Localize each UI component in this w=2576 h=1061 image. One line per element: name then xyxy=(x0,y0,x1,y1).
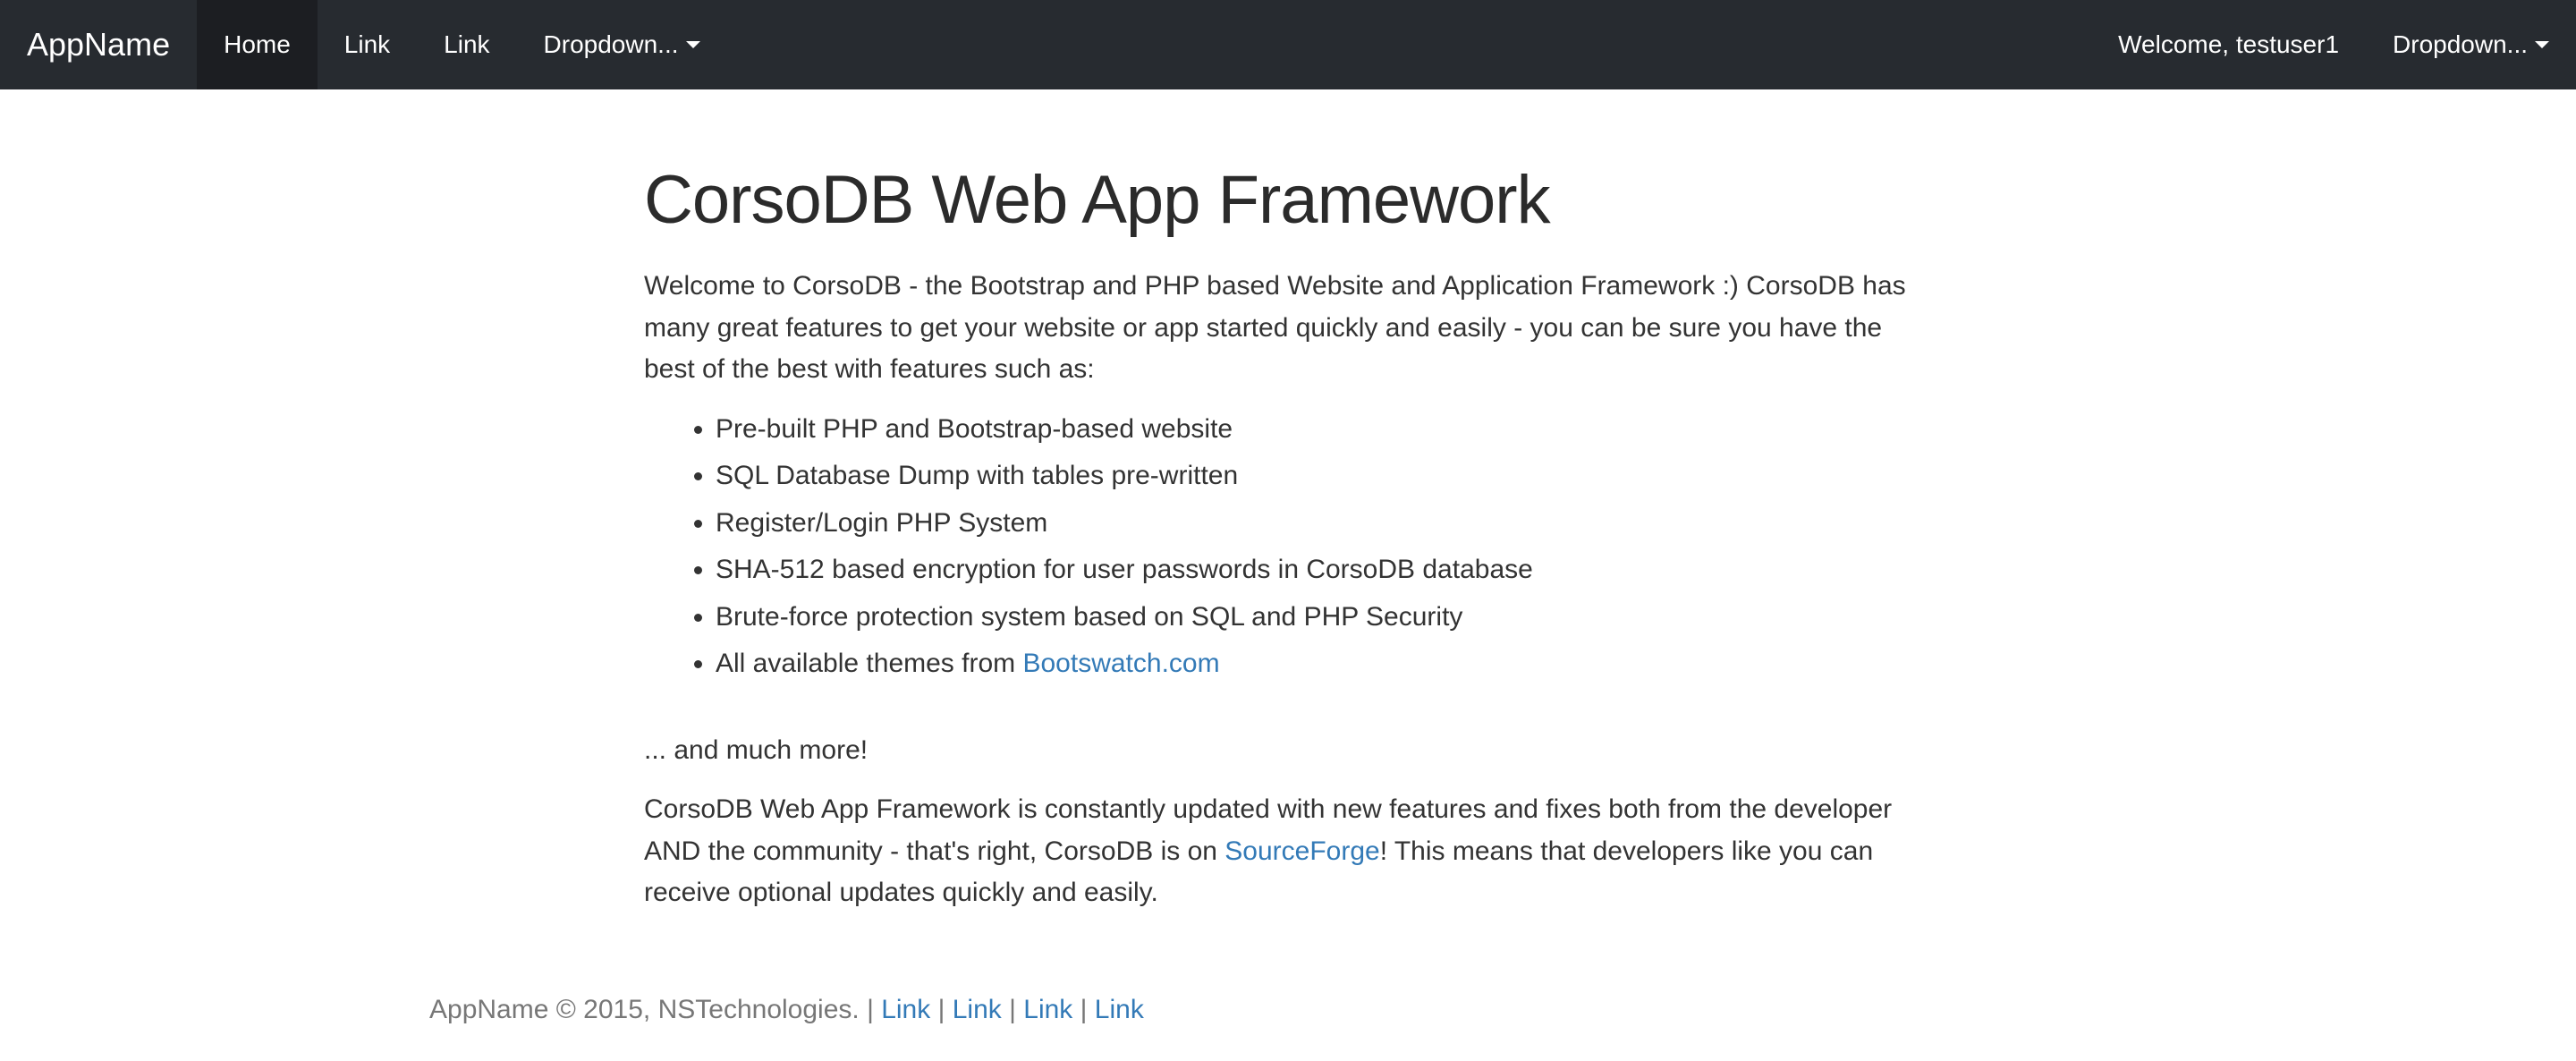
nav-item-welcome[interactable]: Welcome, testuser1 xyxy=(2091,0,2366,89)
footer-separator: | xyxy=(938,995,953,1024)
nav-item-link-2[interactable]: Link xyxy=(417,0,516,89)
nav-left: Home Link Link Dropdown... xyxy=(197,0,726,89)
nav-item-link-1[interactable]: Link xyxy=(318,0,417,89)
footer-link-1[interactable]: Link xyxy=(881,995,930,1024)
chevron-down-icon xyxy=(2535,41,2549,48)
nav-item-label: Link xyxy=(444,30,489,59)
sourceforge-link[interactable]: SourceForge xyxy=(1224,836,1379,866)
nav-item-label: Dropdown... xyxy=(2393,30,2528,59)
list-item: SHA-512 based encryption for user passwo… xyxy=(716,549,1932,591)
main-content: CorsoDB Web App Framework Welcome to Cor… xyxy=(626,89,1950,968)
outro-paragraph: CorsoDB Web App Framework is constantly … xyxy=(644,789,1932,914)
navbar: AppName Home Link Link Dropdown... Welco… xyxy=(0,0,2576,89)
nav-item-label: Link xyxy=(344,30,390,59)
nav-right: Welcome, testuser1 Dropdown... xyxy=(2091,0,2576,89)
intro-paragraph: Welcome to CorsoDB - the Bootstrap and P… xyxy=(644,266,1932,391)
list-item: Register/Login PHP System xyxy=(716,503,1932,545)
nav-item-label: Welcome, testuser1 xyxy=(2118,30,2339,59)
list-item-text: All available themes from xyxy=(716,649,1022,678)
list-item: Brute-force protection system based on S… xyxy=(716,597,1932,639)
feature-list: Pre-built PHP and Bootstrap-based websit… xyxy=(644,409,1932,685)
footer-copyright: AppName © 2015, NSTechnologies. xyxy=(429,995,860,1024)
footer-separator: | xyxy=(867,995,881,1024)
list-item: All available themes from Bootswatch.com xyxy=(716,643,1932,685)
nav-item-label: Dropdown... xyxy=(544,30,679,59)
chevron-down-icon xyxy=(686,41,700,48)
navbar-brand[interactable]: AppName xyxy=(0,0,197,89)
nav-item-label: Home xyxy=(224,30,291,59)
nav-item-home[interactable]: Home xyxy=(197,0,318,89)
footer-link-2[interactable]: Link xyxy=(953,995,1002,1024)
footer-link-4[interactable]: Link xyxy=(1095,995,1144,1024)
footer: AppName © 2015, NSTechnologies. | Link |… xyxy=(143,968,2433,1061)
footer-separator: | xyxy=(1080,995,1095,1024)
more-paragraph: ... and much more! xyxy=(644,730,1932,772)
bootswatch-link[interactable]: Bootswatch.com xyxy=(1022,649,1219,678)
page-title: CorsoDB Web App Framework xyxy=(644,161,1932,239)
footer-separator: | xyxy=(1009,995,1023,1024)
list-item: Pre-built PHP and Bootstrap-based websit… xyxy=(716,409,1932,451)
nav-item-dropdown[interactable]: Dropdown... xyxy=(517,0,727,89)
list-item: SQL Database Dump with tables pre-writte… xyxy=(716,455,1932,497)
footer-link-3[interactable]: Link xyxy=(1023,995,1072,1024)
nav-item-user-dropdown[interactable]: Dropdown... xyxy=(2366,0,2576,89)
